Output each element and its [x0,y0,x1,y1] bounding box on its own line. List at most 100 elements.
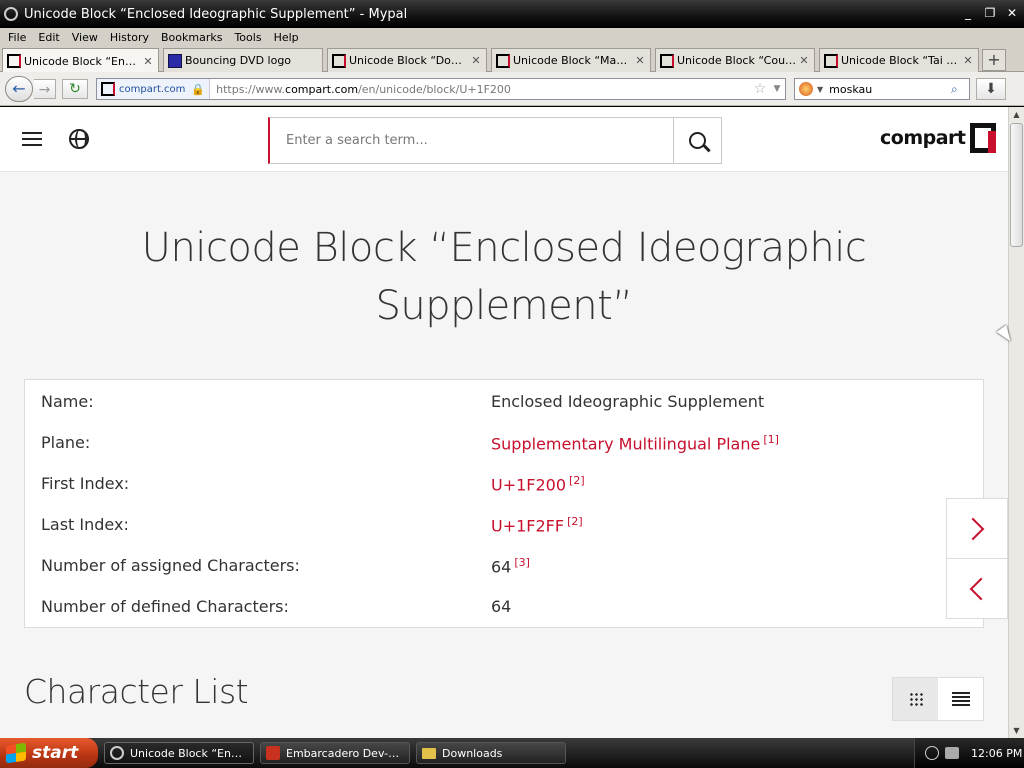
tab-close-icon[interactable]: ✕ [798,54,810,67]
grid-icon [908,692,923,706]
tab-label: Unicode Block “Countin... [677,54,798,67]
task-label: Embarcadero Dev-C++ [286,746,404,760]
tab-domino[interactable]: Unicode Block “Domino ... ✕ [327,48,487,72]
site-search-input[interactable] [270,118,673,163]
close-button[interactable]: ✕ [1002,4,1022,22]
footnote-ref[interactable]: [3] [514,556,530,569]
tab-strip: Unicode Block “Enclose... ✕ Bouncing DVD… [0,46,1024,73]
search-icon [689,132,706,149]
tab-enclosed-ideographic[interactable]: Unicode Block “Enclose... ✕ [2,48,159,73]
url-path: /en/unicode/block/U+1F200 [358,82,511,96]
reload-button[interactable]: ↻ [62,79,88,99]
page-viewport: compart Unicode Block “Enclosed Ideograp… [0,107,1008,738]
menu-tools[interactable]: Tools [228,31,267,44]
tab-counting[interactable]: Unicode Block “Countin... ✕ [655,48,815,72]
windows-logo-icon [6,742,26,764]
tab-label: Unicode Block “Enclose... [24,54,142,68]
info-value-link[interactable]: U+1F200 [2] [491,474,585,494]
bookmark-star-icon[interactable]: ☆ [751,81,769,97]
tab-close-icon[interactable]: ✕ [962,54,974,67]
compart-logo[interactable]: compart [880,123,996,153]
taskbar-item-browser[interactable]: Unicode Block “Enclos... [104,742,254,764]
compart-logo-mark-icon [969,123,996,153]
system-tray: 12:06 PM [914,738,1024,768]
browser-search-box[interactable]: ▼ moskau ⌕ [794,78,970,100]
task-label: Unicode Block “Enclos... [130,746,248,760]
engine-dropdown-icon[interactable]: ▼ [817,85,823,94]
info-key: Name: [41,392,94,411]
start-label: start [32,743,79,763]
site-identity-button[interactable]: compart.com 🔒 [97,79,211,99]
footnote-ref[interactable]: [2] [569,474,585,487]
back-button[interactable]: ← [5,76,33,102]
first-index-link[interactable]: U+1F200 [491,475,566,494]
new-tab-button[interactable]: + [982,49,1006,71]
tab-tai-xuan[interactable]: Unicode Block “Tai Xua... ✕ [819,48,979,72]
site-search-button[interactable] [673,118,721,163]
tab-close-icon[interactable]: ✕ [470,54,482,67]
menu-bookmarks[interactable]: Bookmarks [155,31,228,44]
url-text[interactable]: https://www.compart.com/en/unicode/block… [210,83,751,96]
site-search [268,117,722,164]
plane-link[interactable]: Supplementary Multilingual Plane [491,434,760,453]
window-titlebar: Unicode Block “Enclosed Ideographic Supp… [0,0,1024,28]
tab-label: Unicode Block “Mahjon... [513,54,634,67]
menu-help[interactable]: Help [268,31,305,44]
menu-view[interactable]: View [66,31,104,44]
tab-close-icon[interactable]: ✕ [634,54,646,67]
search-icon[interactable]: ⌕ [951,82,969,97]
tab-label: Bouncing DVD logo [185,54,292,67]
window-controls: _ ❐ ✕ [958,4,1022,22]
footnote-ref[interactable]: [2] [567,515,583,528]
minimize-button[interactable]: _ [958,4,978,22]
maximize-button[interactable]: ❐ [980,4,1000,22]
next-block-button[interactable] [946,498,1008,559]
url-host: compart.com [285,82,359,96]
last-index-link[interactable]: U+1F2FF [491,516,564,535]
scrollbar-thumb[interactable] [1010,123,1023,247]
previous-block-button[interactable] [946,558,1008,619]
menu-file[interactable]: File [2,31,32,44]
tray-volume-icon[interactable] [945,747,959,759]
info-value-link[interactable]: U+1F2FF [2] [491,515,583,535]
taskbar-item-downloads[interactable]: Downloads [416,742,566,764]
taskbar-item-devcpp[interactable]: Embarcadero Dev-C++ [260,742,410,764]
scroll-down-icon[interactable]: ▼ [1009,723,1024,738]
browser-icon [110,746,124,760]
info-value-link[interactable]: Supplementary Multilingual Plane [1] [491,433,779,453]
info-row-last-index: Last Index: U+1F2FF [2] [41,511,971,539]
list-icon [951,692,970,706]
info-value: 64 [491,597,512,616]
hamburger-menu-icon[interactable] [22,132,42,148]
browser-search-input[interactable]: moskau [829,83,951,96]
compart-favicon-icon [332,53,346,68]
info-row-first-index: First Index: U+1F200 [2] [41,470,971,498]
tab-label: Unicode Block “Domino ... [349,54,470,67]
compart-favicon-icon [824,53,838,68]
search-engine-icon[interactable] [799,82,813,96]
downloads-button[interactable]: ⬇ [976,78,1006,100]
tray-network-icon[interactable] [925,746,939,760]
url-history-dropdown-icon[interactable]: ▼ [769,84,785,94]
vertical-scrollbar[interactable]: ▲ ▼ [1008,107,1024,738]
menu-bar: File Edit View History Bookmarks Tools H… [0,28,1024,46]
menu-history[interactable]: History [104,31,155,44]
footnote-ref[interactable]: [1] [763,433,779,446]
info-key: Plane: [41,433,91,452]
clock[interactable]: 12:06 PM [971,747,1022,760]
scroll-up-icon[interactable]: ▲ [1009,107,1024,122]
start-button[interactable]: start [0,738,98,768]
url-prefix: https://www. [216,82,286,96]
chevron-right-icon [961,517,985,540]
info-key: Number of assigned Characters: [41,556,300,575]
menu-edit[interactable]: Edit [32,31,65,44]
list-view-button[interactable] [938,678,983,720]
grid-view-button[interactable] [893,678,938,720]
tab-close-icon[interactable]: ✕ [142,55,154,68]
forward-button[interactable]: → [34,79,56,99]
page-title-line-2: Supplement” [375,283,633,329]
url-bar[interactable]: compart.com 🔒 https://www.compart.com/en… [96,78,786,100]
tab-mahjong[interactable]: Unicode Block “Mahjon... ✕ [491,48,651,72]
tab-bouncing-dvd[interactable]: Bouncing DVD logo [163,48,323,72]
language-globe-icon[interactable] [69,129,89,149]
